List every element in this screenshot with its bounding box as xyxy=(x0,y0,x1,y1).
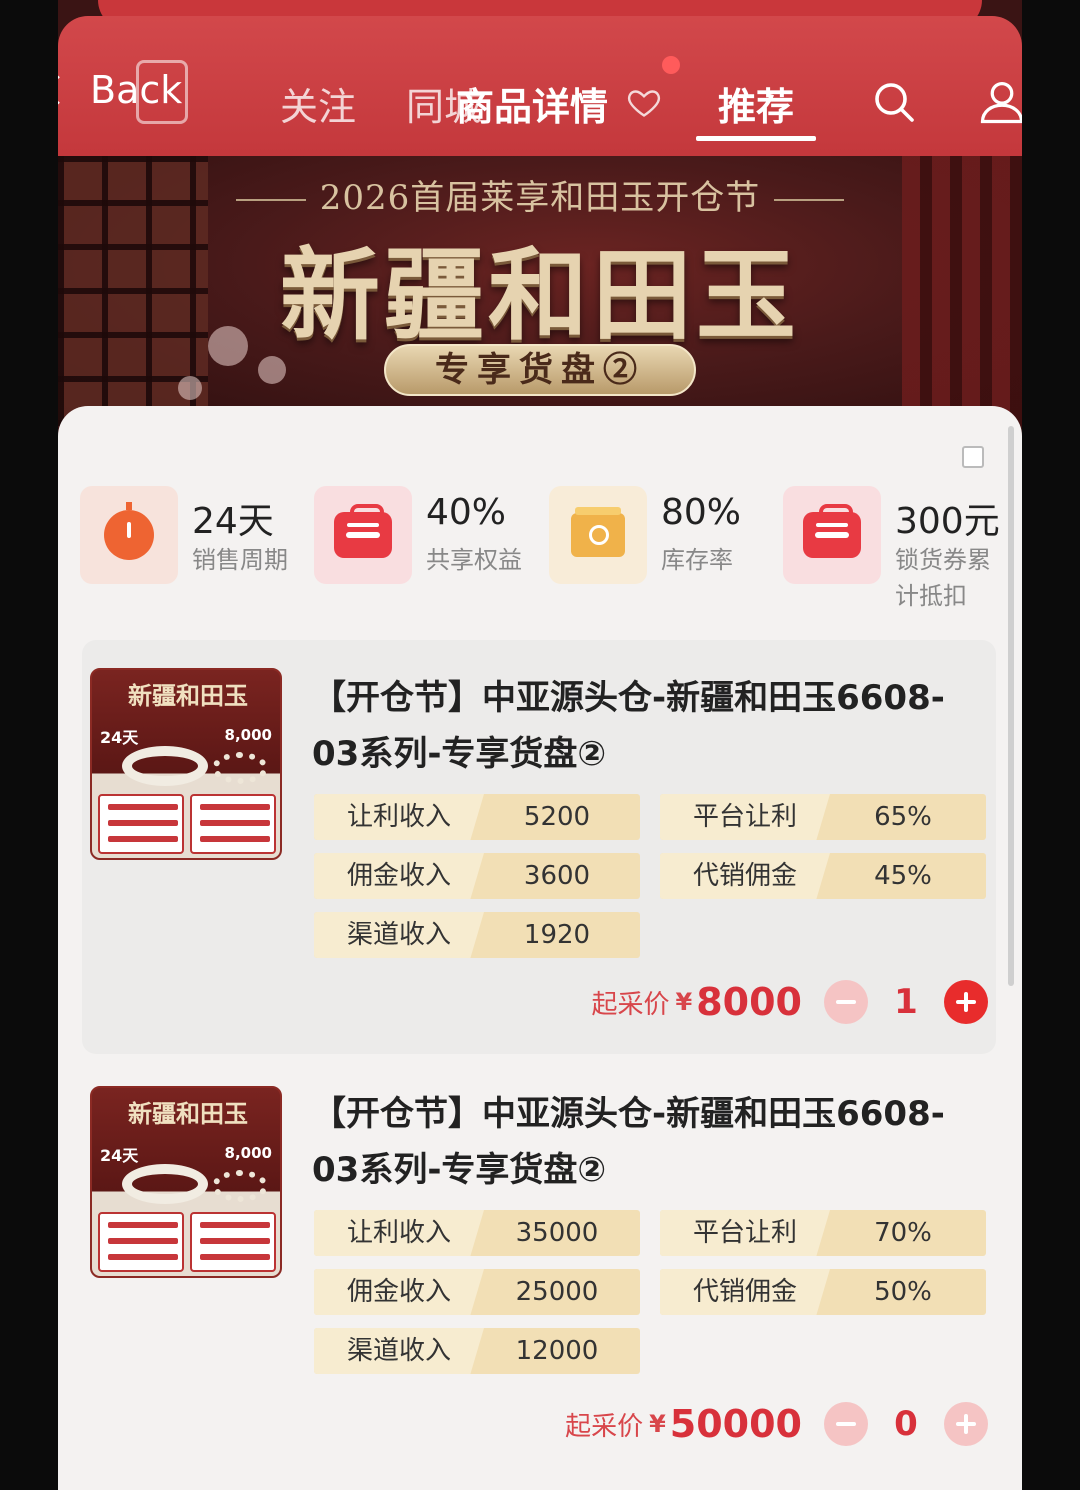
metric-label: 渠道收入 xyxy=(314,1328,484,1374)
decrease-quantity-button[interactable] xyxy=(824,980,868,1024)
decrease-quantity-button[interactable] xyxy=(824,1402,868,1446)
price-row: 起采价 ¥ 8000 1 xyxy=(592,974,988,1030)
stat-label: 锁货券累计抵扣 xyxy=(895,546,991,610)
stats-row: 24天 销售周期 40% 共享权益 80% 库存率 300元 锁货券累计抵扣 xyxy=(80,486,1000,616)
increase-quantity-button[interactable] xyxy=(944,980,988,1024)
thumb-badge: 8,000 xyxy=(224,726,272,744)
metric-value: 1920 xyxy=(523,920,591,950)
metric-channel: 渠道收入 12000 xyxy=(314,1328,640,1374)
metric-commission: 佣金收入 3600 xyxy=(314,853,640,899)
metric-value: 12000 xyxy=(515,1336,599,1366)
metric-value: 5200 xyxy=(523,802,591,832)
metric-label: 代销佣金 xyxy=(660,853,830,899)
metric-consign: 代销佣金 50% xyxy=(660,1269,986,1315)
banner-title: 新疆和田玉 xyxy=(280,236,800,354)
product-sheet: 24天 销售周期 40% 共享权益 80% 库存率 300元 锁货券累计抵扣 新… xyxy=(58,406,1022,1490)
metric-label: 佣金收入 xyxy=(314,853,484,899)
stat-value: 40% xyxy=(426,492,507,533)
currency-symbol: ¥ xyxy=(675,988,693,1016)
product-title[interactable]: 【开仓节】中亚源头仓-新疆和田玉6608-03系列-专享货盘② xyxy=(312,1086,992,1198)
stat-value: 80% xyxy=(661,492,742,533)
scrollbar[interactable] xyxy=(1008,426,1014,986)
price-value: 8000 xyxy=(696,980,802,1024)
tab-recommend[interactable]: 推荐 xyxy=(718,76,794,131)
price-row: 起采价 ¥ 50000 0 xyxy=(565,1396,988,1452)
bead-bracelet-icon xyxy=(212,1170,268,1202)
metric-value: 70% xyxy=(874,1218,932,1248)
metric-value: 3600 xyxy=(523,861,591,891)
thumb-badge: 24天 xyxy=(100,728,139,747)
thumb-panel xyxy=(190,794,276,854)
metric-label: 代销佣金 xyxy=(660,1269,830,1315)
metric-value: 50% xyxy=(874,1277,932,1307)
price-label: 起采价 xyxy=(565,1411,644,1442)
phone-screen: Back 关注 同城 商品详情 推荐 2026首届莱享和田玉开仓节 新疆和田玉 xyxy=(58,0,1022,1490)
thumb-title: 新疆和田玉 xyxy=(128,1099,248,1128)
bag-icon xyxy=(314,486,412,584)
banner-pill: 专享货盘② xyxy=(384,344,696,396)
metric-rangli: 让利收入 35000 xyxy=(314,1210,640,1256)
metric-label: 渠道收入 xyxy=(314,912,484,958)
product-card[interactable]: 新疆和田玉 24天 8,000 【开仓节】中亚源头仓-新疆和田玉6608-03系… xyxy=(82,640,996,1054)
jade-bangle-icon xyxy=(122,1164,208,1204)
blossom-decoration xyxy=(258,356,286,384)
tab-product-detail[interactable]: 商品详情 xyxy=(456,76,608,131)
metric-platform: 平台让利 70% xyxy=(660,1210,986,1256)
price-label: 起采价 xyxy=(591,989,670,1020)
product-card[interactable]: 新疆和田玉 24天 8,000 【开仓节】中亚源头仓-新疆和田玉6608-03系… xyxy=(82,1072,996,1490)
product-title[interactable]: 【开仓节】中亚源头仓-新疆和田玉6608-03系列-专享货盘② xyxy=(312,670,992,782)
promo-banner[interactable]: 2026首届莱享和田玉开仓节 新疆和田玉 专享货盘② xyxy=(58,156,1022,426)
currency-symbol: ¥ xyxy=(649,1410,666,1438)
stat-label: 库存率 xyxy=(661,546,733,574)
metric-commission: 佣金收入 25000 xyxy=(314,1269,640,1315)
metric-label: 让利收入 xyxy=(314,1210,484,1256)
metric-value: 45% xyxy=(874,861,932,891)
metric-label: 平台让利 xyxy=(660,794,830,840)
timer-icon xyxy=(80,486,178,584)
metric-channel: 渠道收入 1920 xyxy=(314,912,640,958)
increase-quantity-button[interactable] xyxy=(944,1402,988,1446)
metric-consign: 代销佣金 45% xyxy=(660,853,986,899)
banner-subtitle: 2026首届莱享和田玉开仓节 xyxy=(58,170,1022,219)
jade-bangle-icon xyxy=(122,746,208,786)
stat-value: 24天 xyxy=(192,501,274,542)
thumb-badge: 24天 xyxy=(100,1146,139,1165)
thumb-panel xyxy=(98,794,184,854)
metric-label: 让利收入 xyxy=(314,794,484,840)
quantity-value[interactable]: 1 xyxy=(868,982,944,1022)
bead-bracelet-icon xyxy=(212,752,268,784)
product-thumbnail[interactable]: 新疆和田玉 24天 8,000 xyxy=(90,668,282,860)
tab-follow[interactable]: 关注 xyxy=(280,76,356,131)
top-nav-bar: Back 关注 同城 商品详情 推荐 xyxy=(58,16,1022,156)
product-thumbnail[interactable]: 新疆和田玉 24天 8,000 xyxy=(90,1086,282,1278)
active-tab-indicator xyxy=(696,136,816,141)
metric-rangli: 让利收入 5200 xyxy=(314,794,640,840)
user-icon[interactable] xyxy=(976,76,1022,128)
metric-value: 35000 xyxy=(515,1218,599,1248)
price-value: 50000 xyxy=(669,1402,802,1446)
thumb-panel xyxy=(98,1212,184,1272)
search-icon[interactable] xyxy=(870,78,918,126)
notification-dot xyxy=(662,56,680,74)
metric-label: 平台让利 xyxy=(660,1210,830,1256)
quantity-value[interactable]: 0 xyxy=(879,1402,933,1446)
thumb-title: 新疆和田玉 xyxy=(128,681,248,710)
bag-icon xyxy=(783,486,881,584)
metric-value: 25000 xyxy=(515,1277,599,1307)
stat-label: 共享权益 xyxy=(426,546,522,574)
metric-label: 佣金收入 xyxy=(314,1269,484,1315)
stat-value: 300元 xyxy=(895,501,1000,542)
chevron-left-icon xyxy=(58,74,73,106)
overlay-frame-icon xyxy=(136,60,188,124)
heart-icon[interactable] xyxy=(626,84,662,120)
box-icon xyxy=(549,486,647,584)
stat-label: 销售周期 xyxy=(192,546,288,574)
thumb-panel xyxy=(190,1212,276,1272)
metric-platform: 平台让利 65% xyxy=(660,794,986,840)
select-checkbox[interactable] xyxy=(962,446,984,468)
thumb-badge: 8,000 xyxy=(224,1144,272,1162)
blossom-decoration xyxy=(178,376,202,400)
metric-value: 65% xyxy=(874,802,932,832)
